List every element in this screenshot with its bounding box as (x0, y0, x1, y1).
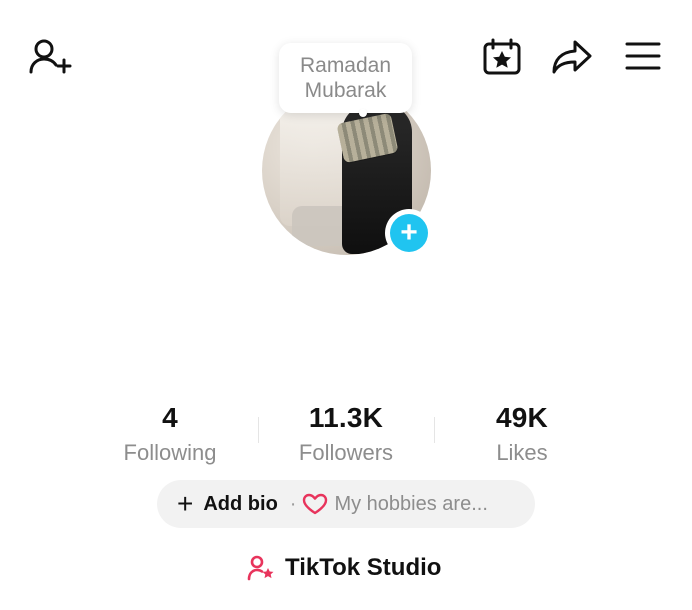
following-count: 4 (162, 402, 178, 433)
stat-likes[interactable]: 49K Likes (452, 402, 592, 466)
stat-divider (258, 417, 259, 443)
share-icon (552, 40, 592, 74)
followers-count: 11.3K (308, 402, 384, 433)
likes-count: 49K (496, 402, 548, 433)
add-user-icon (29, 39, 72, 74)
separator-dot: · (289, 492, 297, 515)
heart-icon (302, 493, 328, 515)
greeting-bubble[interactable]: Ramadan Mubarak (279, 43, 412, 117)
add-bio-label: Add bio (203, 492, 278, 515)
calendar-button[interactable] (482, 37, 522, 77)
plus-icon: + (390, 214, 428, 252)
stat-divider (434, 417, 435, 443)
stat-followers[interactable]: 11.3K Followers (276, 402, 416, 466)
greeting-line-2: Mubarak (304, 79, 387, 102)
menu-button[interactable] (624, 40, 662, 72)
hobby-placeholder: My hobbies are... (334, 492, 488, 515)
share-button[interactable] (551, 38, 593, 76)
add-bio-button[interactable]: + Add bio · My hobbies are... (157, 480, 535, 528)
likes-label: Likes (496, 440, 548, 465)
following-label: Following (123, 440, 217, 465)
stat-following[interactable]: 4 Following (100, 402, 240, 466)
add-profile-photo-button[interactable]: + (385, 209, 433, 257)
add-user-button[interactable] (28, 38, 72, 78)
followers-label: Followers (298, 440, 394, 465)
plus-icon: + (177, 488, 194, 519)
studio-user-star-icon (247, 555, 274, 581)
greeting-line-1: Ramadan (299, 54, 392, 77)
tiktok-studio-label: TikTok Studio (285, 554, 442, 581)
calendar-star-icon (483, 38, 521, 75)
menu-icon (625, 42, 661, 70)
tiktok-studio-link[interactable]: TikTok Studio (247, 550, 441, 586)
